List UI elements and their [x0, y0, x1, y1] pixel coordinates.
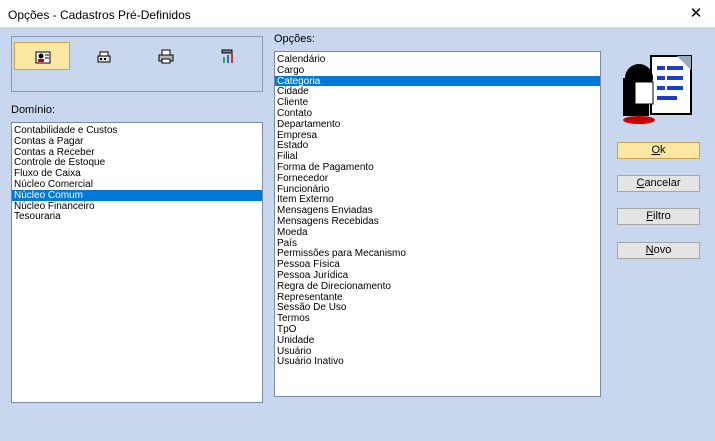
toolbar-button-cadastros[interactable]	[14, 42, 70, 70]
novo-accel: N	[645, 244, 654, 256]
list-item[interactable]: País	[275, 238, 600, 249]
list-item[interactable]: Funcionário	[275, 184, 600, 195]
list-item[interactable]: Cargo	[275, 65, 600, 76]
ok-button[interactable]: Ok	[617, 142, 700, 159]
list-item[interactable]: Mensagens Recebidas	[275, 216, 600, 227]
list-item[interactable]: Item Externo	[275, 194, 600, 205]
list-item[interactable]: Fornecedor	[275, 173, 600, 184]
list-item[interactable]: Usuário	[275, 346, 600, 357]
list-item[interactable]: Categoria	[275, 75, 600, 86]
dominio-listbox[interactable]: Contabilidade e Custos Contas a Pagar Cont…	[11, 122, 263, 403]
tools-chart-icon	[221, 49, 233, 63]
list-item[interactable]: Calendário	[275, 54, 600, 65]
list-item[interactable]: Unidade	[275, 335, 600, 346]
list-item[interactable]: Regra de Direcionamento	[275, 281, 600, 292]
category-toolbar	[11, 36, 263, 92]
toolbar-button-impressao[interactable]	[138, 42, 194, 70]
dominio-label: Domínio:	[11, 104, 56, 116]
list-item[interactable]: Representante	[275, 292, 600, 303]
list-item[interactable]: Tesouraria	[12, 211, 262, 222]
list-item[interactable]: Contabilidade e Custos	[12, 125, 262, 136]
filtro-accel: F	[646, 210, 653, 222]
list-item[interactable]: Núcleo Comum	[12, 189, 262, 201]
list-item[interactable]: Filial	[275, 151, 600, 162]
filtro-button[interactable]: Filtro	[617, 208, 700, 225]
window-title: Opções - Cadastros Pré-Definidos	[8, 8, 191, 22]
list-item[interactable]: Contato	[275, 108, 600, 119]
list-item[interactable]: Núcleo Financeiro	[12, 201, 262, 212]
title-bar: Opções - Cadastros Pré-Definidos ✕	[0, 0, 715, 28]
list-item[interactable]: Sessão De Uso	[275, 302, 600, 313]
list-item[interactable]: Cliente	[275, 97, 600, 108]
cash-register-icon	[97, 51, 111, 63]
list-item[interactable]: Pessoa Jurídica	[275, 270, 600, 281]
list-item[interactable]: Contas a Receber	[12, 147, 262, 158]
ok-accel: O	[651, 144, 661, 156]
novo-button[interactable]: Novo	[617, 242, 700, 259]
list-item[interactable]: Forma de Pagamento	[275, 162, 600, 173]
list-item[interactable]: Permissões para Mecanismo	[275, 248, 600, 259]
list-item[interactable]: Controle de Estoque	[12, 157, 262, 168]
list-item[interactable]: Empresa	[275, 130, 600, 141]
filtro-label: iltro	[653, 210, 671, 222]
user-card-icon	[35, 51, 51, 64]
list-item[interactable]: Fluxo de Caixa	[12, 168, 262, 179]
novo-label: ovo	[653, 244, 672, 256]
toolbar-button-ferramentas[interactable]	[200, 42, 256, 70]
list-item[interactable]: TpO	[275, 324, 600, 335]
list-item[interactable]: Usuário Inativo	[275, 356, 600, 367]
cancelar-button[interactable]: Cancelar	[617, 175, 700, 192]
document-user-icon	[623, 55, 692, 124]
printer-icon	[158, 49, 174, 64]
opcoes-label: Opções:	[274, 33, 315, 45]
list-item[interactable]: Núcleo Comercial	[12, 179, 262, 190]
list-item[interactable]: Departamento	[275, 119, 600, 130]
list-item[interactable]: Estado	[275, 140, 600, 151]
toolbar-button-caixa[interactable]	[76, 42, 132, 70]
cancelar-label: ancelar	[644, 177, 681, 189]
list-item[interactable]: Contas a Pagar	[12, 136, 262, 147]
list-item[interactable]: Pessoa Física	[275, 259, 600, 270]
opcoes-listbox[interactable]: Calendário Cargo Categoria Cidade Cliente Con…	[274, 51, 601, 397]
list-item[interactable]: Cidade	[275, 86, 600, 97]
list-item[interactable]: Moeda	[275, 227, 600, 238]
list-item[interactable]: Mensagens Enviadas	[275, 205, 600, 216]
list-item[interactable]: Termos	[275, 313, 600, 324]
ok-label: k	[660, 144, 666, 156]
close-icon[interactable]: ✕	[685, 3, 707, 25]
